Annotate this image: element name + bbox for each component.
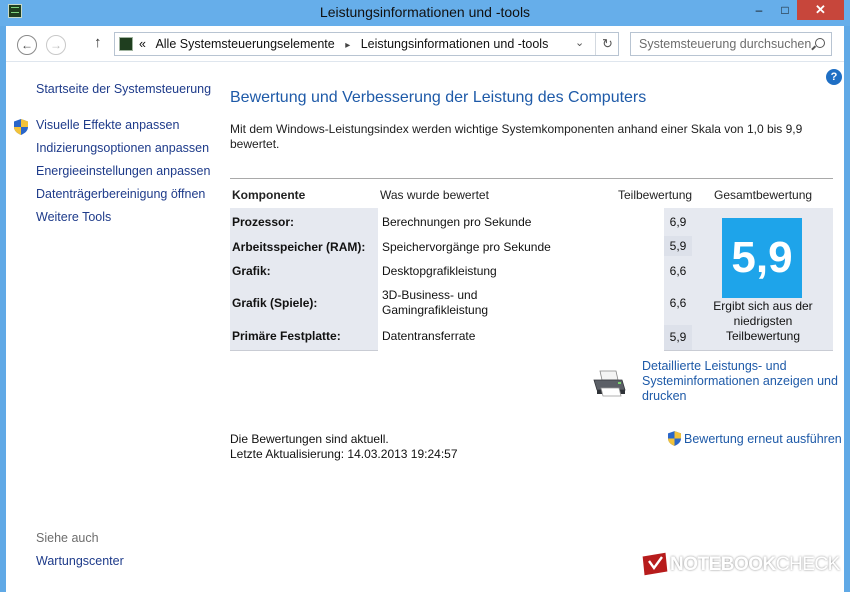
sidebar: Startseite der Systemsteuerung Visuelle … [6, 62, 214, 592]
sidebar-link-visual-effects[interactable]: Visuelle Effekte anpassen [36, 118, 179, 132]
breadcrumb: « Alle Systemsteuerungselemente ▸ Leistu… [139, 37, 548, 51]
notebookcheck-logo-icon [641, 551, 669, 577]
printer-icon [593, 370, 626, 397]
breadcrumb-separator-icon[interactable]: ▸ [345, 40, 350, 51]
see-also-heading: Siehe auch [36, 531, 99, 545]
chevron-down-icon[interactable]: ⌄ [575, 36, 584, 49]
component-label: Grafik (Spiele): [232, 296, 318, 310]
column-header-what: Was wurde bewertet [380, 188, 489, 202]
title-bar: Leistungsinformationen und -tools – □ ✕ [0, 0, 850, 26]
sidebar-link-disk-cleanup[interactable]: Datenträgerbereinigung öffnen [36, 187, 205, 201]
notebookcheck-watermark: NOTEBOOKCHECK [640, 548, 840, 584]
back-button[interactable]: ← [17, 35, 37, 55]
subscore-value: 6,6 [669, 296, 687, 310]
control-panel-icon [119, 37, 133, 51]
breadcrumb-overflow[interactable]: « [139, 37, 146, 51]
column-header-component: Komponente [232, 188, 306, 202]
search-placeholder: Systemsteuerung durchsuchen [639, 37, 812, 51]
address-bar[interactable]: « Alle Systemsteuerungselemente ▸ Leistu… [114, 32, 619, 56]
page-title: Bewertung und Verbesserung der Leistung … [230, 89, 647, 106]
watermark-text-light: CHECK [775, 554, 841, 575]
search-input[interactable]: Systemsteuerung durchsuchen [630, 32, 832, 56]
status-last-update: Letzte Aktualisierung: 14.03.2013 19:24:… [230, 447, 458, 461]
watermark-text-bold: NOTEBOOK [670, 554, 776, 575]
sidebar-link-indexing[interactable]: Indizierungsoptionen anpassen [36, 141, 209, 155]
breadcrumb-item-performance[interactable]: Leistungsinformationen und -tools [361, 37, 549, 51]
column-header-subscore: Teilbewertung [618, 188, 693, 202]
subscore-value: 6,6 [669, 264, 687, 278]
status-block: Die Bewertungen sind aktuell. Letzte Akt… [230, 432, 458, 462]
column-header-total: Gesamtbewertung [714, 188, 813, 202]
component-label: Primäre Festplatte: [232, 329, 341, 343]
component-measure: Desktopgrafikleistung [382, 264, 497, 278]
sidebar-link-more-tools[interactable]: Weitere Tools [36, 210, 111, 224]
help-icon[interactable]: ? [826, 69, 842, 85]
sidebar-link-home[interactable]: Startseite der Systemsteuerung [36, 82, 211, 96]
rerun-assessment-label[interactable]: Bewertung erneut ausführen [684, 432, 842, 446]
component-measure: Speichervorgänge pro Sekunde [382, 240, 551, 254]
subscore-value: 5,9 [664, 325, 692, 350]
maximize-button[interactable]: □ [772, 0, 798, 20]
breadcrumb-item-all-control-panel[interactable]: Alle Systemsteuerungselemente [155, 37, 334, 51]
search-icon[interactable] [815, 38, 825, 48]
subscore-value: 5,9 [664, 236, 692, 256]
component-measure: Datentransferrate [382, 329, 476, 343]
total-score-tile: 5,9 [722, 218, 802, 298]
total-score-note: Ergibt sich aus der niedrigsten Teilbewe… [713, 299, 813, 343]
refresh-button[interactable]: ↻ [595, 33, 619, 55]
uac-shield-icon [668, 431, 681, 446]
uac-shield-icon [14, 119, 28, 135]
up-button[interactable]: ↑ [94, 34, 102, 51]
table-divider [230, 178, 833, 179]
intro-text: Mit dem Windows-Leistungsindex werden wi… [230, 122, 803, 151]
navigation-toolbar: ← → ↑ « Alle Systemsteuerungselemente ▸ … [6, 26, 844, 62]
close-button[interactable]: ✕ [797, 0, 844, 20]
watermark-text: NOTEBOOKCHECK [670, 554, 840, 576]
subscore-value: 6,9 [669, 215, 687, 229]
detailed-info-link[interactable]: Detaillierte Leistungs- und Systeminform… [642, 359, 842, 404]
component-label: Prozessor: [232, 215, 295, 229]
sidebar-link-power[interactable]: Energieeinstellungen anpassen [36, 164, 210, 178]
status-current: Die Bewertungen sind aktuell. [230, 432, 389, 446]
content-area: Startseite der Systemsteuerung Visuelle … [6, 62, 844, 592]
component-label: Grafik: [232, 264, 271, 278]
sidebar-link-action-center[interactable]: Wartungscenter [36, 554, 124, 568]
minimize-button[interactable]: – [746, 0, 772, 20]
window-title: Leistungsinformationen und -tools [319, 4, 531, 20]
forward-button[interactable]: → [46, 35, 66, 55]
component-measure: Berechnungen pro Sekunde [382, 215, 532, 229]
component-measure: 3D-Business- und Gamingrafikleistung [382, 288, 489, 317]
component-label: Arbeitsspeicher (RAM): [232, 240, 366, 254]
